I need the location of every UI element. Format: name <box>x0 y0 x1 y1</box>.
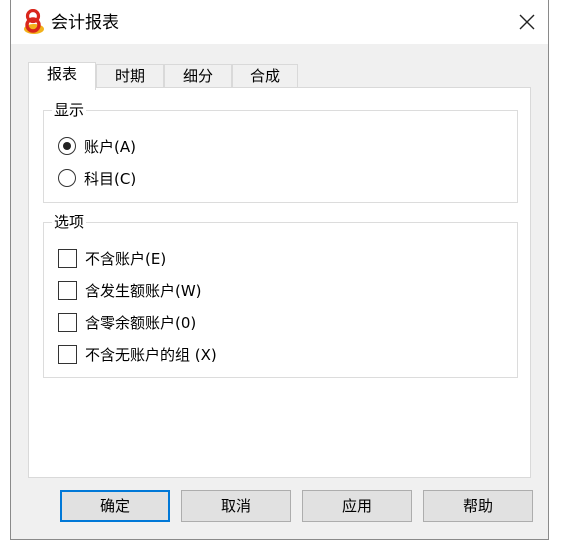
tab-label: 合成 <box>249 67 280 85</box>
checkbox-include-activity-accounts[interactable]: 含发生额账户(W) <box>58 279 202 301</box>
app-logo-icon <box>24 9 44 34</box>
checkbox[interactable] <box>58 344 77 364</box>
checkbox[interactable] <box>58 248 77 268</box>
radio-subject[interactable]: 科目(C) <box>58 167 136 189</box>
close-button[interactable] <box>511 6 543 38</box>
window-title: 会计报表 <box>51 13 119 33</box>
tab-period[interactable]: 时期 <box>96 64 164 88</box>
radio-account[interactable]: 账户(A) <box>58 135 136 157</box>
tab-panel-report: 显示 账户(A) 科目(C) 选项 不含账户(E) 含发生额账户(W) 含零余额… <box>28 87 531 478</box>
checkbox-label: 不含无账户的组 (X) <box>85 345 217 364</box>
checkbox-include-zero-balance[interactable]: 含零余额账户(0) <box>58 311 196 333</box>
radio-button[interactable] <box>58 137 76 155</box>
display-group: 显示 账户(A) 科目(C) <box>43 100 518 203</box>
tab-report[interactable]: 报表 <box>28 62 96 90</box>
tab-breakdown[interactable]: 细分 <box>164 64 232 88</box>
tab-label: 报表 <box>46 65 77 83</box>
checkbox-label: 含发生额账户(W) <box>85 281 202 300</box>
cancel-button[interactable]: 取消 <box>181 490 291 522</box>
checkbox-exclude-accounts[interactable]: 不含账户(E) <box>58 247 166 269</box>
options-group-title: 选项 <box>52 212 87 232</box>
dialog-window: 会计报表 报表 时期 细分 合成 显示 账户(A) 科目(C) 选项 不含账户(… <box>10 0 549 540</box>
radio-button[interactable] <box>58 169 76 187</box>
ok-button[interactable]: 确定 <box>60 490 170 522</box>
help-button[interactable]: 帮助 <box>423 490 533 522</box>
options-group: 选项 不含账户(E) 含发生额账户(W) 含零余额账户(0) 不含无账户的组 (… <box>43 212 518 378</box>
checkbox-label: 含零余额账户(0) <box>85 313 197 332</box>
display-group-title: 显示 <box>52 100 87 120</box>
radio-label: 科目(C) <box>84 169 137 188</box>
tab-composite[interactable]: 合成 <box>232 64 298 88</box>
radio-label: 账户(A) <box>84 137 136 156</box>
title-bar: 会计报表 <box>11 0 548 44</box>
tab-label: 时期 <box>114 67 145 85</box>
close-icon <box>519 14 535 30</box>
apply-button[interactable]: 应用 <box>302 490 412 522</box>
checkbox-label: 不含账户(E) <box>85 249 167 268</box>
checkbox[interactable] <box>58 312 77 332</box>
checkbox[interactable] <box>58 280 77 300</box>
tab-label: 细分 <box>182 67 213 85</box>
checkbox-exclude-empty-groups[interactable]: 不含无账户的组 (X) <box>58 343 217 365</box>
